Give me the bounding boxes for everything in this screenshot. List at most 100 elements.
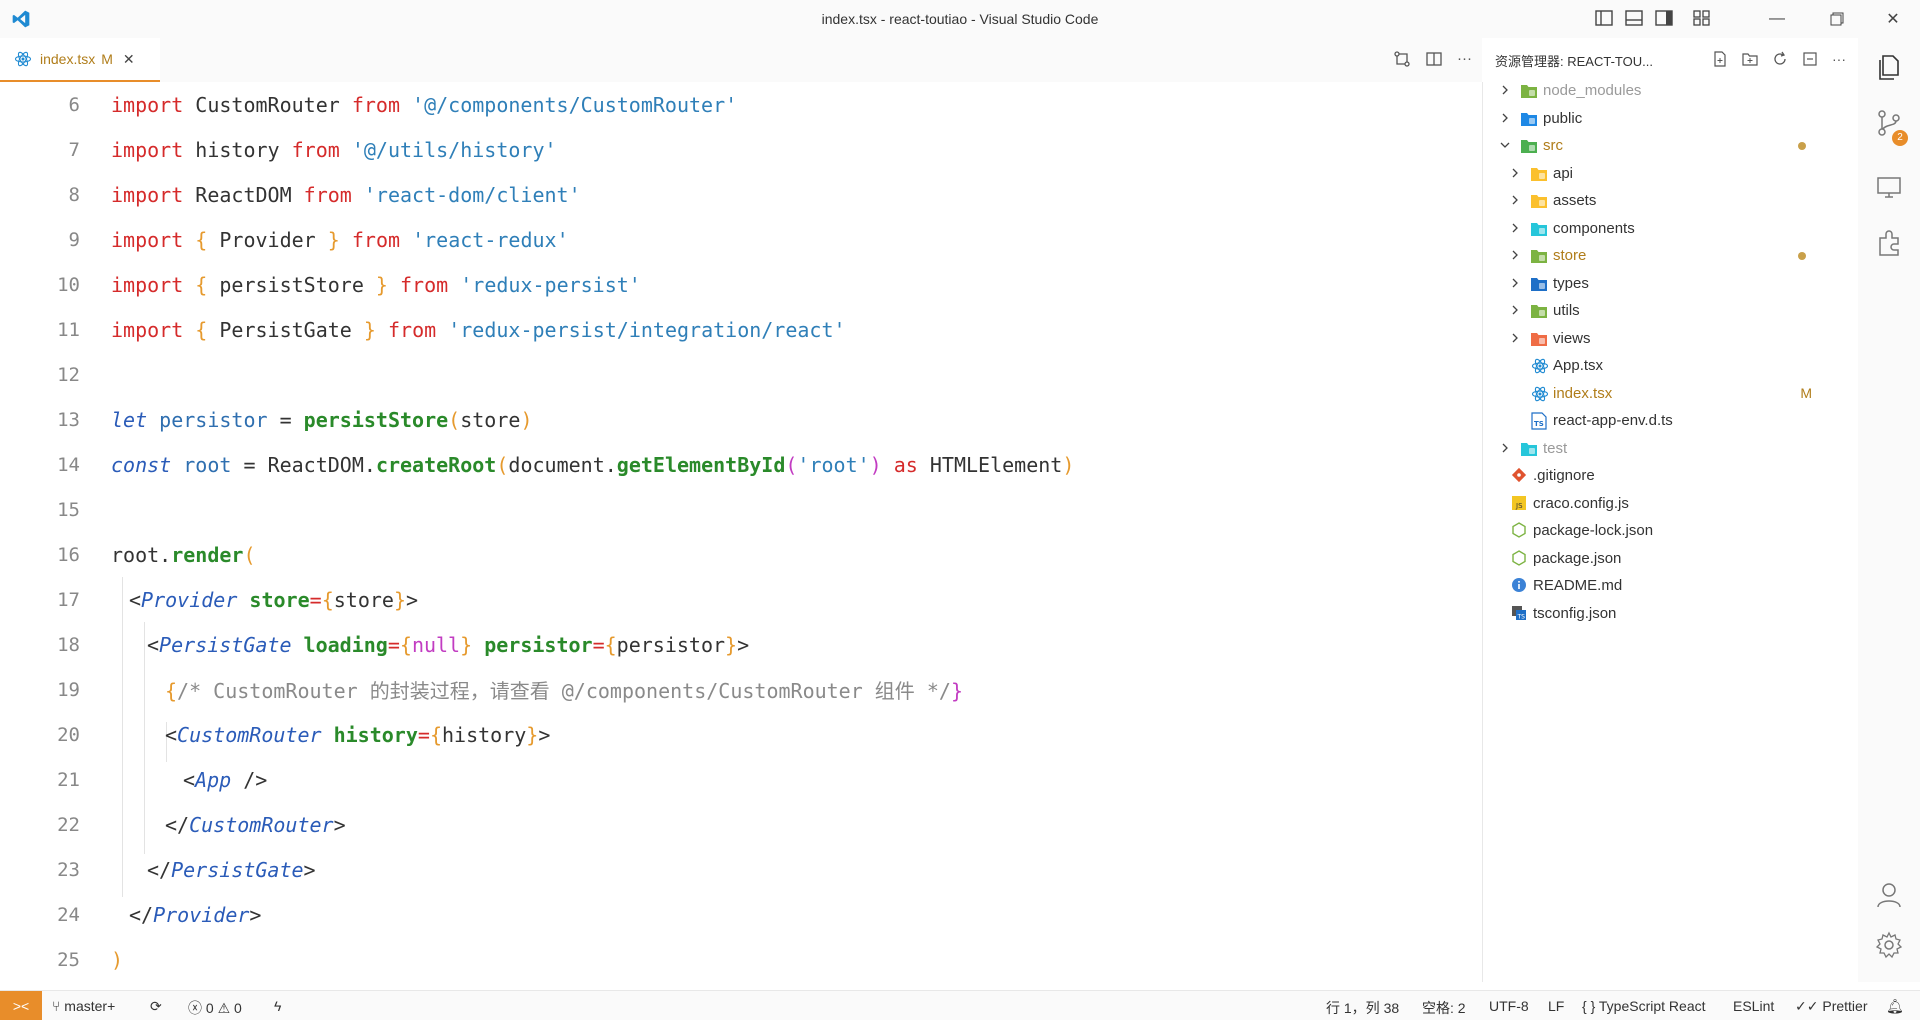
account-icon[interactable] xyxy=(1874,880,1904,910)
folder-item[interactable]: src xyxy=(1483,132,1858,159)
code-token: history xyxy=(183,137,292,162)
code-token: } xyxy=(950,679,963,703)
file-item[interactable]: package.json xyxy=(1483,545,1858,572)
folder-item[interactable]: api xyxy=(1483,160,1858,187)
code-line[interactable]: 8 import ReactDOM from 'react-dom/client' xyxy=(0,172,1482,217)
folder-item[interactable]: types xyxy=(1483,270,1858,297)
code-line[interactable]: 17 <Provider store={store}> xyxy=(0,577,1482,622)
file-item[interactable]: JS craco.config.js xyxy=(1483,490,1858,517)
tab-close-icon[interactable]: ✕ xyxy=(123,51,135,68)
file-item[interactable]: README.md xyxy=(1483,572,1858,599)
folder-item[interactable]: store xyxy=(1483,242,1858,269)
language-mode[interactable]: { } TypeScript React xyxy=(1582,998,1706,1014)
code-line[interactable]: 11 import { PersistGate } from 'redux-per… xyxy=(0,307,1482,352)
file-item[interactable]: index.tsx M xyxy=(1483,380,1858,407)
code-line[interactable]: 12 xyxy=(0,352,1482,397)
chevron-right-icon[interactable] xyxy=(1509,249,1521,261)
code-token: ReactDOM xyxy=(183,182,304,207)
folder-item[interactable]: node_modules xyxy=(1483,77,1858,104)
chevron-right-icon[interactable] xyxy=(1509,167,1521,179)
chevron-right-icon[interactable] xyxy=(1499,112,1511,124)
title-bar: index.tsx - react-toutiao - Visual Studi… xyxy=(0,0,1920,38)
code-line[interactable]: 6 import CustomRouter from '@/components/… xyxy=(0,82,1482,127)
branch-indicator[interactable]: ⑂ master+ xyxy=(52,998,115,1014)
folder-item[interactable]: test xyxy=(1483,435,1858,462)
code-line[interactable]: 19 {/* CustomRouter 的封装过程，请查看 @/component… xyxy=(0,667,1482,712)
folder-item[interactable]: public xyxy=(1483,105,1858,132)
folder-item[interactable]: components xyxy=(1483,215,1858,242)
new-file-icon[interactable] xyxy=(1712,51,1728,70)
close-window-button[interactable]: ✕ xyxy=(1870,0,1916,38)
minimize-button[interactable]: — xyxy=(1754,0,1800,38)
code-token: from xyxy=(400,272,449,297)
node-file-icon xyxy=(1511,549,1527,566)
file-item[interactable]: package-lock.json xyxy=(1483,517,1858,544)
chevron-right-icon[interactable] xyxy=(1509,222,1521,234)
code-line[interactable]: 15 xyxy=(0,487,1482,532)
prettier-status[interactable]: ✓✓ Prettier xyxy=(1795,998,1867,1015)
code-line[interactable]: 23 </PersistGate> xyxy=(0,847,1482,892)
end-of-line[interactable]: LF xyxy=(1548,998,1564,1014)
eslint-status[interactable]: ESLint xyxy=(1733,998,1774,1014)
code-line[interactable]: 22 </CustomRouter> xyxy=(0,802,1482,847)
explorer-files-icon[interactable] xyxy=(1874,52,1904,82)
remote-explorer-icon[interactable] xyxy=(1874,172,1904,202)
customize-layout-icon[interactable] xyxy=(1692,9,1712,27)
code-token: = xyxy=(267,407,304,432)
chevron-right-icon[interactable] xyxy=(1499,84,1511,96)
problems-indicator[interactable]: ⓧ 0 ⚠ 0 xyxy=(188,998,242,1018)
sync-icon[interactable]: ⟳ xyxy=(150,998,162,1015)
settings-gear-icon[interactable] xyxy=(1874,930,1904,960)
chevron-right-icon[interactable] xyxy=(1509,304,1521,316)
toggle-secondary-sidebar-icon[interactable] xyxy=(1654,9,1674,27)
new-folder-icon[interactable] xyxy=(1742,51,1758,70)
code-line[interactable]: 9 import { Provider } from 'react-redux' xyxy=(0,217,1482,262)
file-item[interactable]: .gitignore xyxy=(1483,462,1858,489)
chevron-down-icon[interactable] xyxy=(1499,139,1511,151)
code-line[interactable]: 16 root.render( xyxy=(0,532,1482,577)
file-item[interactable]: TS react-app-env.d.ts xyxy=(1483,407,1858,434)
code-line[interactable]: 20 <CustomRouter history={history}> xyxy=(0,712,1482,757)
chevron-right-icon[interactable] xyxy=(1509,332,1521,344)
folder-item[interactable]: views xyxy=(1483,325,1858,352)
folder-item[interactable]: assets xyxy=(1483,187,1858,214)
code-line[interactable]: 24 </Provider> xyxy=(0,892,1482,937)
chevron-right-icon[interactable] xyxy=(1509,194,1521,206)
remote-indicator-button[interactable]: >< xyxy=(0,991,42,1020)
line-number: 24 xyxy=(57,903,80,926)
line-number: 23 xyxy=(57,858,80,881)
code-token: { xyxy=(429,722,442,747)
open-changes-icon[interactable] xyxy=(1393,50,1411,72)
code-line[interactable]: 10 import { persistStore } from 'redux-pe… xyxy=(0,262,1482,307)
code-token: > xyxy=(406,587,419,612)
explorer-more-icon[interactable]: ··· xyxy=(1832,51,1846,70)
chevron-right-icon[interactable] xyxy=(1509,277,1521,289)
toggle-primary-sidebar-icon[interactable] xyxy=(1594,9,1614,27)
toggle-panel-icon[interactable] xyxy=(1624,9,1644,27)
code-line[interactable]: 18 <PersistGate loading={null} persistor=… xyxy=(0,622,1482,667)
cursor-position[interactable]: 行 1，列 38 xyxy=(1326,998,1399,1018)
lightning-icon[interactable]: ϟ xyxy=(274,998,281,1014)
collapse-all-icon[interactable] xyxy=(1802,51,1818,70)
folder-item[interactable]: utils xyxy=(1483,297,1858,324)
code-token: persistor xyxy=(484,632,593,657)
extensions-icon[interactable] xyxy=(1874,228,1904,258)
code-line[interactable]: 7 import history from '@/utils/history' xyxy=(0,127,1482,172)
split-editor-icon[interactable] xyxy=(1425,50,1443,72)
code-editor[interactable]: 6 import CustomRouter from '@/components/… xyxy=(0,82,1482,982)
error-icon: ⓧ xyxy=(188,1000,202,1016)
code-line[interactable]: 25) xyxy=(0,937,1482,982)
folder-icon xyxy=(1531,222,1547,236)
restore-button[interactable] xyxy=(1814,0,1860,38)
encoding[interactable]: UTF-8 xyxy=(1489,998,1529,1014)
file-item[interactable]: App.tsx xyxy=(1483,352,1858,379)
file-item[interactable]: TS tsconfig.json xyxy=(1483,600,1858,627)
refresh-icon[interactable] xyxy=(1772,51,1788,70)
indentation[interactable]: 空格: 2 xyxy=(1422,998,1466,1018)
notifications-bell-icon[interactable]: 🔔︎ xyxy=(1886,998,1904,1015)
tab-index-tsx[interactable]: index.tsx M ✕ xyxy=(0,38,160,82)
code-line[interactable]: 14 const root = ReactDOM.createRoot(docum… xyxy=(0,442,1482,487)
code-line[interactable]: 21 <App /> xyxy=(0,757,1482,802)
code-line[interactable]: 13 let persistor = persistStore(store) xyxy=(0,397,1482,442)
chevron-right-icon[interactable] xyxy=(1499,442,1511,454)
